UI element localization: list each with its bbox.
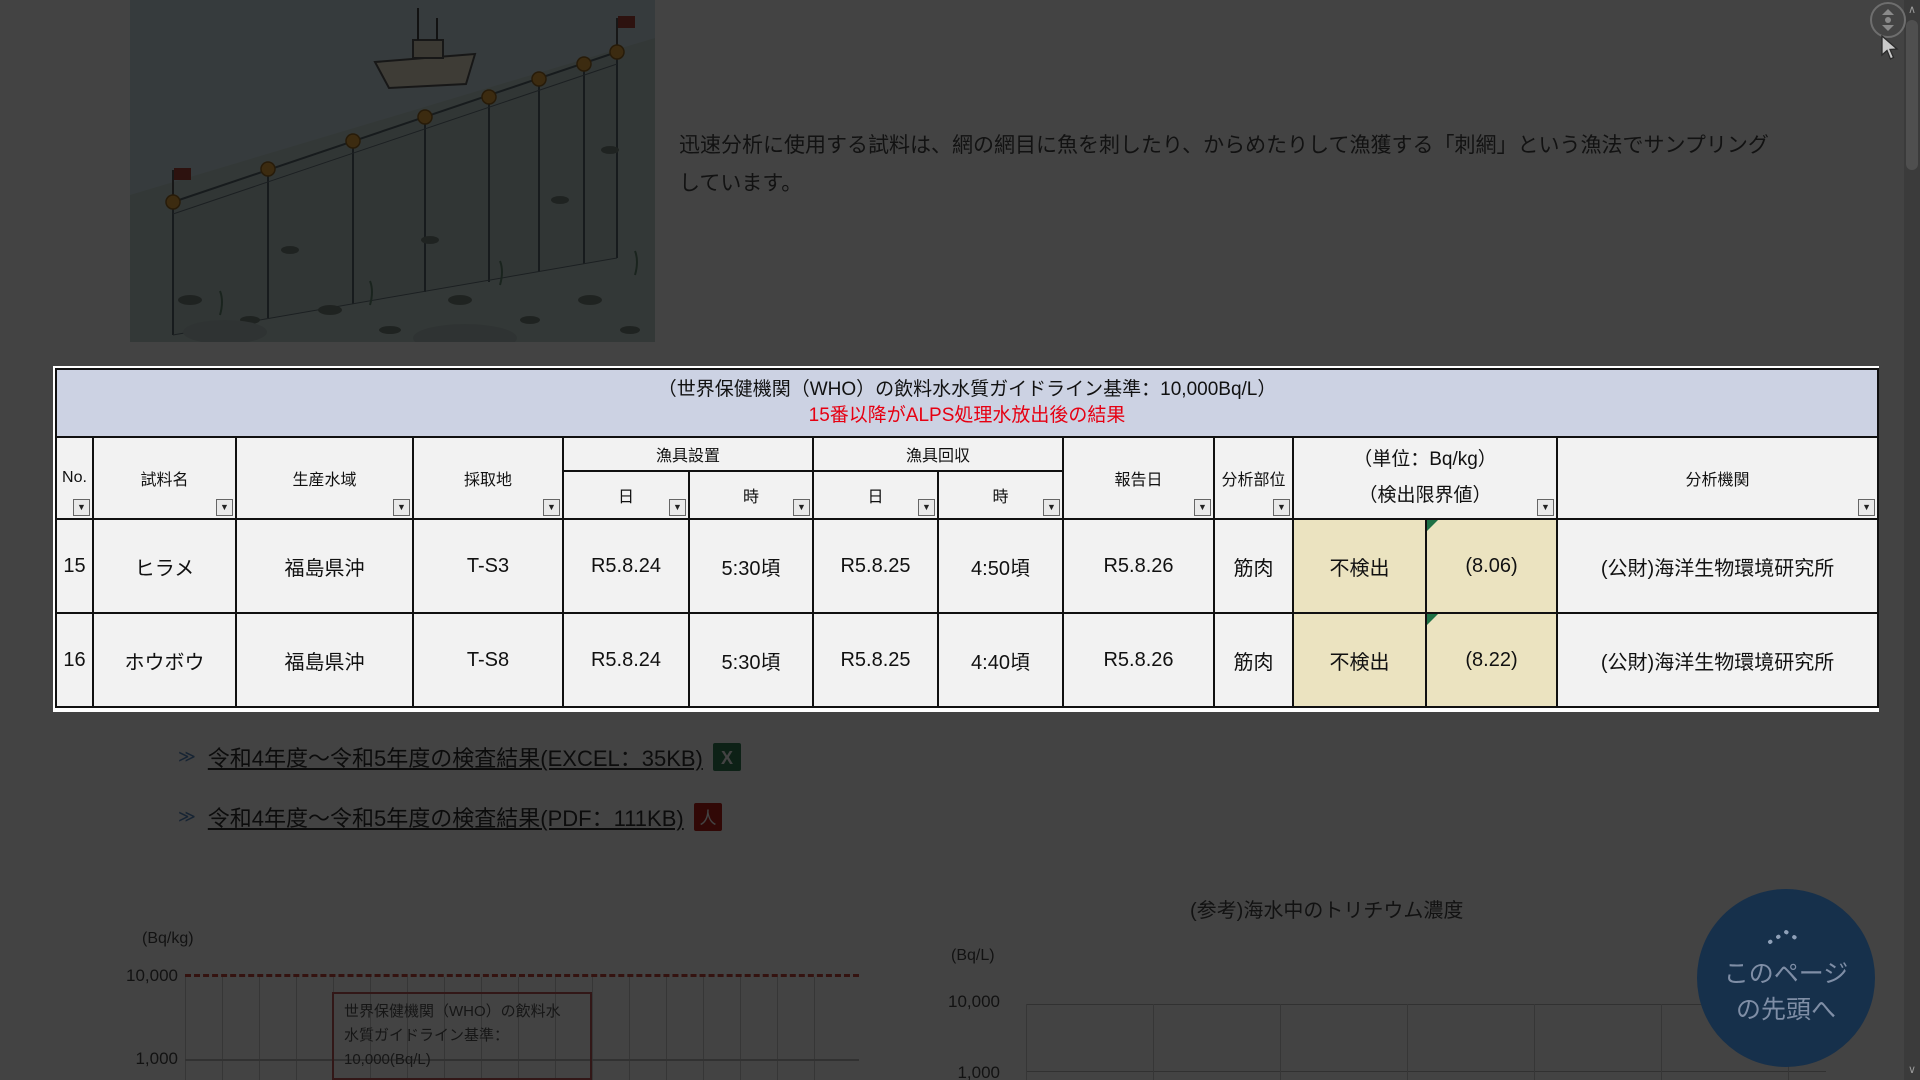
excel-file-icon[interactable]: X [713, 743, 741, 771]
scrollbar-down-arrow[interactable]: ∨ [1904, 1062, 1920, 1078]
pdf-download-link[interactable]: 令和4年度～令和5年度の検査結果(PDF：111KB) [208, 801, 684, 833]
who-guideline-reference-line [185, 974, 859, 977]
double-chevron-bullet-icon: ≫ [178, 807, 196, 827]
cell-sample: ホウボウ [93, 613, 236, 707]
left-chart-unit-label: (Bq/kg) [142, 930, 194, 948]
who-guideline-annotation-box: 世界保健機関（WHO）の飲料水 水質ガイドライン基準：10,000(Bq/L) [332, 992, 592, 1080]
filter-button-icon[interactable]: ▼ [1194, 499, 1211, 516]
filter-button-icon[interactable]: ▼ [1043, 499, 1060, 516]
page-root: 迅速分析に使用する試料は、網の網目に魚を刺したり、からめたりして漁獲する「刺網」… [0, 0, 1920, 1080]
filter-button-icon[interactable]: ▼ [1273, 499, 1290, 516]
cell-detection-limit: (8.06) [1426, 519, 1557, 613]
cell-result: 不検出 [1293, 613, 1426, 707]
header-report-date: 報告日▼ [1063, 437, 1214, 519]
header-set-day: 日▼ [563, 471, 689, 519]
header-analysis-org: 分析機関▼ [1557, 437, 1878, 519]
right-chart-title: (参考)海水中のトリチウム濃度 [1190, 894, 1463, 923]
back-to-top-label: の先頭へ [1736, 992, 1836, 1028]
filter-button-icon[interactable]: ▼ [918, 499, 935, 516]
cell-analysis-part: 筋肉 [1214, 519, 1293, 613]
cell-analysis-part: 筋肉 [1214, 613, 1293, 707]
left-chart-ytick-10000: 10,000 [110, 966, 178, 986]
cell-area: 福島県沖 [236, 613, 413, 707]
filter-button-icon[interactable]: ▼ [216, 499, 233, 516]
cell-no: 15 [56, 519, 93, 613]
right-chart-ytick-10000: 10,000 [936, 992, 1000, 1012]
vertical-scrollbar[interactable]: ∧ ∨ [1904, 0, 1920, 1080]
cell-set-time: 5:30頃 [689, 613, 813, 707]
filter-button-icon[interactable]: ▼ [543, 499, 560, 516]
intro-paragraph: 迅速分析に使用する試料は、網の網目に魚を刺したり、からめたりして漁獲する「刺網」… [679, 127, 1779, 203]
cell-result: 不検出 [1293, 519, 1426, 613]
header-sample: 試料名▼ [93, 437, 236, 519]
cell-retrieve-time: 4:40頃 [938, 613, 1063, 707]
scrollbar-up-arrow[interactable]: ∧ [1904, 2, 1920, 18]
cell-set-time: 5:30頃 [689, 519, 813, 613]
header-retrieve-day: 日▼ [813, 471, 938, 519]
who-guideline-note: （世界保健機関（WHO）の飲料水水質ガイドライン基準：10,000Bq/L） [57, 377, 1877, 403]
cell-report-date: R5.8.26 [1063, 613, 1214, 707]
download-links: ≫ 令和4年度～令和5年度の検査結果(EXCEL：35KB) X ≫ 令和4年度… [178, 740, 741, 860]
list-item: ≫ 令和4年度～令和5年度の検査結果(EXCEL：35KB) X [178, 740, 741, 774]
right-chart-unit-label: (Bq/L) [951, 947, 995, 965]
double-chevron-bullet-icon: ≫ [178, 747, 196, 767]
cell-set-day: R5.8.24 [563, 519, 689, 613]
cell-retrieve-day: R5.8.25 [813, 519, 938, 613]
cell-detection-limit: (8.22) [1426, 613, 1557, 707]
inspection-results-table: （世界保健機関（WHO）の飲料水水質ガイドライン基準：10,000Bq/L） 1… [55, 368, 1879, 708]
results-table-wrapper: （世界保健機関（WHO）の飲料水水質ガイドライン基準：10,000Bq/L） 1… [55, 368, 1879, 708]
cell-no: 16 [56, 613, 93, 707]
net-flag-right [618, 16, 635, 28]
autoscroll-indicator-icon [1870, 2, 1906, 38]
back-to-top-button[interactable]: このページ の先頭へ [1697, 889, 1875, 1067]
excel-download-link[interactable]: 令和4年度～令和5年度の検査結果(EXCEL：35KB) [208, 741, 703, 773]
net-flag-left [174, 168, 191, 180]
cell-note-indicator-icon [1427, 614, 1438, 625]
back-to-top-label: このページ [1724, 956, 1849, 992]
cell-report-date: R5.8.26 [1063, 519, 1214, 613]
header-site: 採取地▼ [413, 437, 563, 519]
header-gear-retrieve: 漁具回収 [813, 437, 1063, 471]
table-row: 15 ヒラメ 福島県沖 T-S3 R5.8.24 5:30頃 R5.8.25 4… [56, 519, 1878, 613]
mouse-cursor [1881, 35, 1899, 61]
header-analysis-part: 分析部位▼ [1214, 437, 1293, 519]
svg-text:X: X [721, 748, 733, 768]
cell-analysis-org: (公財)海洋生物環境研究所 [1557, 519, 1878, 613]
gillnet-fishing-illustration [130, 0, 655, 342]
cell-site: T-S3 [413, 519, 563, 613]
cell-area: 福島県沖 [236, 519, 413, 613]
svg-text:人: 人 [699, 809, 716, 828]
filter-button-icon[interactable]: ▼ [793, 499, 810, 516]
alps-release-note: 15番以降がALPS処理水放出後の結果 [57, 403, 1877, 429]
filter-button-icon[interactable]: ▼ [1858, 499, 1875, 516]
list-item: ≫ 令和4年度～令和5年度の検査結果(PDF：111KB) 人 [178, 800, 741, 834]
scrollbar-thumb[interactable] [1906, 20, 1918, 170]
header-gear-set: 漁具設置 [563, 437, 813, 471]
left-chart-ytick-1000: 1,000 [110, 1049, 178, 1069]
header-no: No.▼ [56, 437, 93, 519]
filter-button-icon[interactable]: ▼ [73, 499, 90, 516]
cell-note-indicator-icon [1427, 520, 1438, 531]
cell-analysis-org: (公財)海洋生物環境研究所 [1557, 613, 1878, 707]
left-chart-yaxis [185, 977, 186, 1080]
pdf-file-icon[interactable]: 人 [694, 803, 722, 831]
filter-button-icon[interactable]: ▼ [393, 499, 410, 516]
header-set-time: 時▼ [689, 471, 813, 519]
filter-button-icon[interactable]: ▼ [669, 499, 686, 516]
header-retrieve-time: 時▼ [938, 471, 1063, 519]
header-area: 生産水域▼ [236, 437, 413, 519]
table-row: 16 ホウボウ 福島県沖 T-S8 R5.8.24 5:30頃 R5.8.25 … [56, 613, 1878, 707]
right-chart-ytick-1000: 1,000 [936, 1063, 1000, 1080]
table-note-cell: （世界保健機関（WHO）の飲料水水質ガイドライン基準：10,000Bq/L） 1… [56, 369, 1878, 437]
cell-set-day: R5.8.24 [563, 613, 689, 707]
cell-retrieve-day: R5.8.25 [813, 613, 938, 707]
header-unit-detection-limit: （単位：Bq/kg） （検出限界値） ▼ [1293, 437, 1557, 519]
chevron-up-dotted-icon [1764, 928, 1808, 946]
filter-button-icon[interactable]: ▼ [1537, 499, 1554, 516]
cell-retrieve-time: 4:50頃 [938, 519, 1063, 613]
cell-site: T-S8 [413, 613, 563, 707]
cell-sample: ヒラメ [93, 519, 236, 613]
